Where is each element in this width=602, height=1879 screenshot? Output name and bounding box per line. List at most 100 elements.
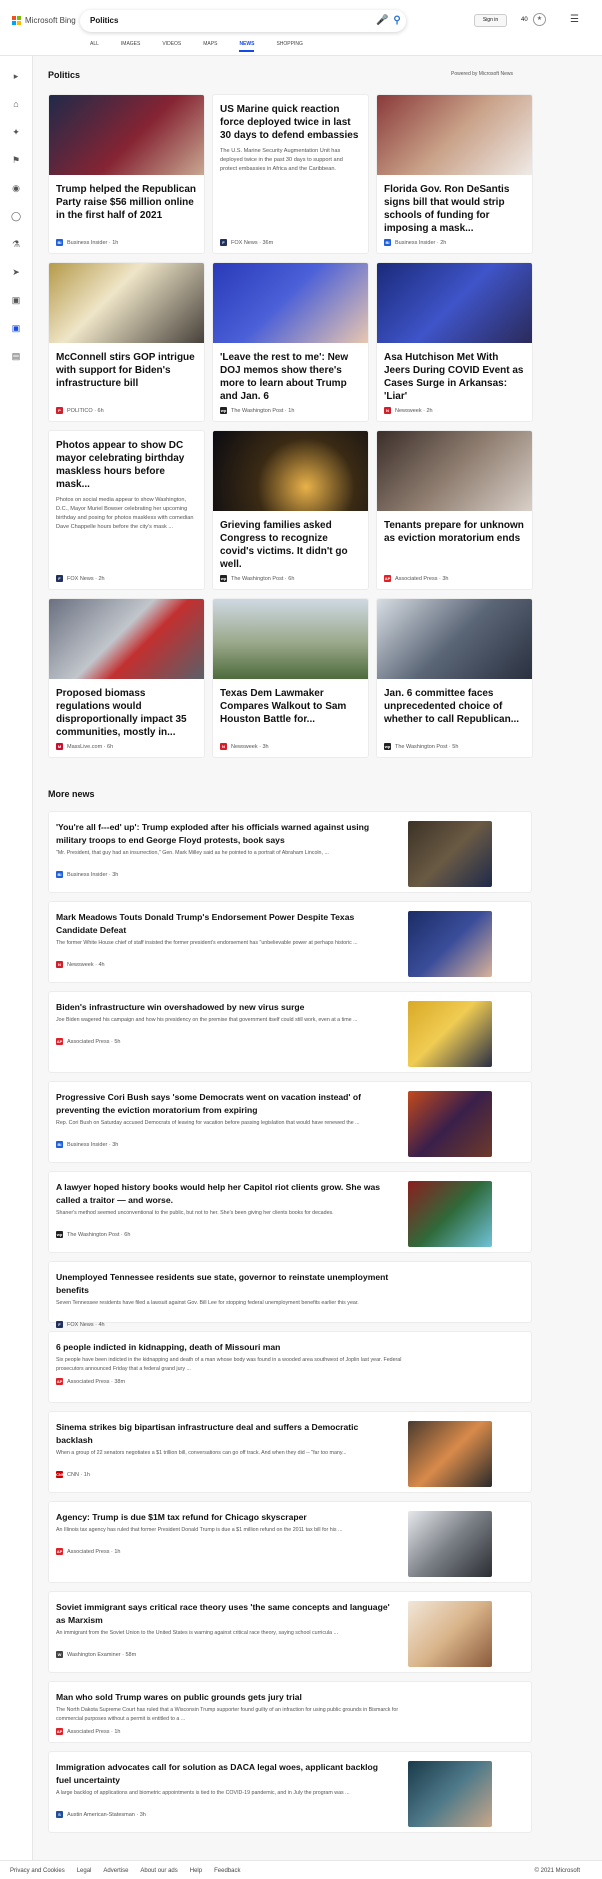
news-item-thumbnail[interactable]: [408, 1761, 492, 1827]
news-item-title[interactable]: Agency: Trump is due $1M tax refund for …: [56, 1511, 391, 1524]
news-card-source[interactable]: M MassLive.com · 6h: [56, 743, 113, 750]
menu-icon[interactable]: ☰: [570, 14, 579, 25]
news-item-title[interactable]: Man who sold Trump wares on public groun…: [56, 1691, 391, 1704]
news-card[interactable]: McConnell stirs GOP intrigue with suppor…: [48, 262, 205, 422]
home-icon[interactable]: ⌂: [10, 98, 22, 110]
news-card-title[interactable]: Grieving families asked Congress to reco…: [213, 511, 368, 571]
news-item-title[interactable]: Progressive Cori Bush says 'some Democra…: [56, 1091, 391, 1117]
news-card[interactable]: Asa Hutchison Met With Jeers During COVI…: [376, 262, 533, 422]
news-item-title[interactable]: Immigration advocates call for solution …: [56, 1761, 391, 1787]
news-card[interactable]: Proposed biomass regulations would dispr…: [48, 598, 205, 758]
news-item-source[interactable]: AP Associated Press · 1h: [56, 1728, 121, 1735]
news-card-source[interactable]: BI Business Insider · 2h: [384, 239, 446, 246]
news-item-thumbnail[interactable]: [408, 911, 492, 977]
news-list-item[interactable]: Unemployed Tennessee residents sue state…: [48, 1261, 532, 1328]
news-card-source[interactable]: AP Associated Press · 3h: [384, 575, 449, 582]
news-list-item[interactable]: Biden's infrastructure win overshadowed …: [48, 991, 532, 1073]
news-card-image[interactable]: [213, 263, 368, 343]
news-card-source[interactable]: F FOX News · 2h: [56, 575, 105, 582]
politics-icon[interactable]: ▣: [10, 322, 22, 334]
news-item-thumbnail[interactable]: [408, 1091, 492, 1157]
news-card-source[interactable]: BI Business Insider · 1h: [56, 239, 118, 246]
news-list-item[interactable]: Immigration advocates call for solution …: [48, 1751, 532, 1833]
sign-in-button[interactable]: Sign in: [474, 14, 507, 27]
news-item-title[interactable]: Mark Meadows Touts Donald Trump's Endors…: [56, 911, 391, 937]
search-box[interactable]: Politics 🎤 ⚲: [80, 10, 406, 32]
news-card-image[interactable]: [377, 263, 532, 343]
news-card[interactable]: Florida Gov. Ron DeSantis signs bill tha…: [376, 94, 533, 254]
rewards-icon[interactable]: ★: [533, 13, 546, 26]
news-list-item[interactable]: Mark Meadows Touts Donald Trump's Endors…: [48, 901, 532, 983]
news-card-title[interactable]: 'Leave the rest to me': New DOJ memos sh…: [213, 343, 368, 403]
footer-link[interactable]: Privacy and Cookies: [10, 1868, 65, 1874]
news-item-title[interactable]: Sinema strikes big bipartisan infrastruc…: [56, 1421, 391, 1447]
news-item-source[interactable]: AP Associated Press · 1h: [56, 1548, 121, 1555]
news-item-source[interactable]: BI Business Insider · 3h: [56, 1141, 118, 1148]
news-card-image[interactable]: [49, 95, 204, 175]
news-item-source[interactable]: N Newsweek · 4h: [56, 961, 105, 968]
powered-by[interactable]: Powered by Microsoft News: [451, 71, 513, 77]
news-card-title[interactable]: Asa Hutchison Met With Jeers During COVI…: [377, 343, 532, 403]
news-item-thumbnail[interactable]: [408, 1001, 492, 1067]
news-card-title[interactable]: Photos appear to show DC mayor celebrati…: [49, 431, 204, 491]
news-item-source[interactable]: CNN CNN · 1h: [56, 1471, 90, 1478]
entertainment-icon[interactable]: ▣: [10, 294, 22, 306]
footer-link[interactable]: About our ads: [140, 1868, 177, 1874]
science-icon[interactable]: ⚗: [10, 238, 22, 250]
tab-shopping[interactable]: SHOPPING: [276, 41, 302, 52]
news-item-thumbnail[interactable]: [408, 1511, 492, 1577]
footer-link[interactable]: Legal: [77, 1868, 92, 1874]
news-list-item[interactable]: Sinema strikes big bipartisan infrastruc…: [48, 1411, 532, 1493]
news-card[interactable]: Jan. 6 committee faces unprecedented cho…: [376, 598, 533, 758]
tab-videos[interactable]: VIDEOS: [162, 41, 181, 52]
news-item-source[interactable]: wp The Washington Post · 6h: [56, 1231, 130, 1238]
news-card-title[interactable]: Trump helped the Republican Party raise …: [49, 175, 204, 222]
money-icon[interactable]: ▤: [10, 350, 22, 362]
news-item-thumbnail[interactable]: [408, 1421, 492, 1487]
news-card-title[interactable]: Florida Gov. Ron DeSantis signs bill tha…: [377, 175, 532, 235]
news-item-title[interactable]: Biden's infrastructure win overshadowed …: [56, 1001, 391, 1014]
globe-icon[interactable]: ◯: [10, 210, 22, 222]
news-card-title[interactable]: Proposed biomass regulations would dispr…: [49, 679, 204, 739]
news-card-image[interactable]: [213, 599, 368, 679]
news-card-image[interactable]: [49, 599, 204, 679]
news-card-image[interactable]: [377, 431, 532, 511]
news-card-source[interactable]: N Newsweek · 2h: [384, 407, 433, 414]
news-card[interactable]: Photos appear to show DC mayor celebrati…: [48, 430, 205, 590]
search-icon[interactable]: ⚲: [391, 15, 403, 27]
news-card-source[interactable]: wp The Washington Post · 6h: [220, 575, 294, 582]
news-item-source[interactable]: BI Business Insider · 3h: [56, 871, 118, 878]
tab-news[interactable]: NEWS: [239, 41, 255, 52]
news-card-source[interactable]: P POLITICO · 6h: [56, 407, 104, 414]
news-card[interactable]: Texas Dem Lawmaker Compares Walkout to S…: [212, 598, 369, 758]
news-item-thumbnail[interactable]: [408, 821, 492, 887]
rewards-points[interactable]: 40: [521, 17, 528, 23]
tab-images[interactable]: IMAGES: [121, 41, 140, 52]
news-list-item[interactable]: A lawyer hoped history books would help …: [48, 1171, 532, 1253]
news-item-title[interactable]: 'You're all f---ed' up': Trump exploded …: [56, 821, 391, 847]
news-card-title[interactable]: Jan. 6 committee faces unprecedented cho…: [377, 679, 532, 726]
news-card[interactable]: 'Leave the rest to me': New DOJ memos sh…: [212, 262, 369, 422]
news-card-image[interactable]: [213, 431, 368, 511]
news-item-title[interactable]: Soviet immigrant says critical race theo…: [56, 1601, 391, 1627]
news-card-image[interactable]: [377, 599, 532, 679]
news-card[interactable]: Trump helped the Republican Party raise …: [48, 94, 205, 254]
news-item-source[interactable]: F FOX News · 4h: [56, 1321, 105, 1328]
rocket-icon[interactable]: ➤: [10, 266, 22, 278]
news-card[interactable]: Grieving families asked Congress to reco…: [212, 430, 369, 590]
news-card-source[interactable]: wp The Washington Post · 5h: [384, 743, 458, 750]
news-card-title[interactable]: US Marine quick reaction force deployed …: [213, 95, 368, 142]
footer-link[interactable]: Help: [190, 1868, 202, 1874]
search-input[interactable]: Politics: [90, 16, 118, 25]
news-item-title[interactable]: Unemployed Tennessee residents sue state…: [56, 1271, 391, 1297]
news-card[interactable]: Tenants prepare for unknown as eviction …: [376, 430, 533, 590]
news-list-item[interactable]: Man who sold Trump wares on public groun…: [48, 1681, 532, 1743]
news-card-image[interactable]: [49, 263, 204, 343]
news-card-image[interactable]: [377, 95, 532, 175]
news-list-item[interactable]: Soviet immigrant says critical race theo…: [48, 1591, 532, 1673]
news-card-title[interactable]: Tenants prepare for unknown as eviction …: [377, 511, 532, 545]
news-card[interactable]: US Marine quick reaction force deployed …: [212, 94, 369, 254]
news-item-title[interactable]: A lawyer hoped history books would help …: [56, 1181, 391, 1207]
news-card-source[interactable]: F FOX News · 36m: [220, 239, 273, 246]
news-item-thumbnail[interactable]: [408, 1601, 492, 1667]
